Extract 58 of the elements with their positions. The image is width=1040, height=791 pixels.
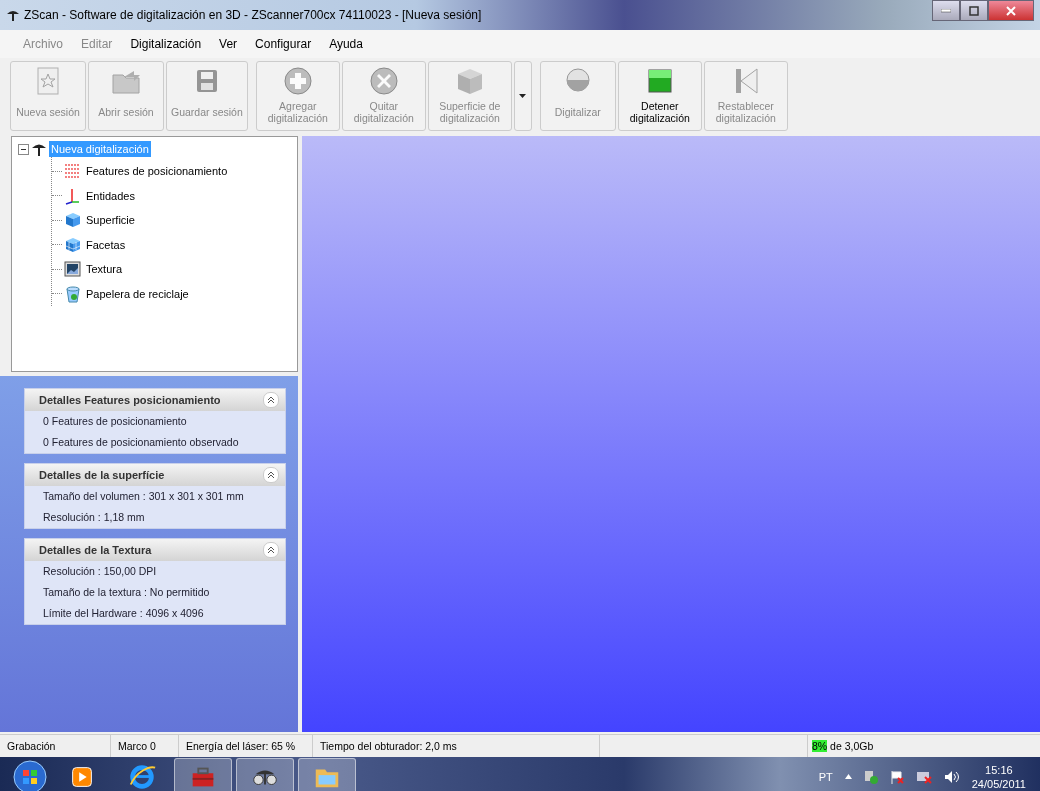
caret-icon[interactable]	[844, 774, 852, 779]
collapse-icon[interactable]	[263, 542, 279, 558]
detail-text: 0 Features de posicionamiento observado	[42, 435, 240, 450]
memory-text: de 3,0Gb	[830, 740, 874, 752]
close-icon	[1006, 5, 1016, 16]
device-icon[interactable]	[863, 769, 878, 784]
axes-icon	[64, 186, 82, 205]
close-button[interactable]	[988, 0, 1034, 21]
detail-text: Resolución : 150,00 DPI	[42, 564, 158, 579]
umbrella-icon	[6, 9, 20, 21]
card-title: Detalles de la Textura	[39, 544, 152, 556]
taskbar-app[interactable]	[236, 757, 294, 791]
menu-item[interactable]: Ver	[210, 37, 247, 51]
tree-item[interactable]: Textura	[84, 261, 125, 278]
taskbar-app[interactable]	[174, 757, 232, 791]
language-indicator[interactable]: PT	[818, 770, 833, 783]
caret-icon	[519, 94, 527, 98]
detail-text: Límite del Hardware : 4096 x 4096	[42, 606, 205, 621]
window-title: ZScan - Software de digitalización en 3D - ZScanner700cx 74110023 - [Nueva sesión]	[24, 8, 482, 22]
clock[interactable]: 15:16 24/05/2011	[971, 762, 1026, 791]
minimize-button[interactable]	[932, 0, 960, 21]
collapse-icon[interactable]	[263, 392, 279, 408]
card-title: Detalles Features posicionamiento	[39, 394, 221, 406]
maximize-icon	[969, 5, 979, 16]
start-button[interactable]	[10, 758, 50, 791]
collapse-icon[interactable]	[263, 467, 279, 483]
menu-item[interactable]: Configurar	[246, 37, 321, 51]
umbrella-icon	[31, 142, 47, 156]
grid-cube-icon	[64, 235, 82, 254]
x-circle-icon	[367, 65, 400, 97]
flag-icon[interactable]	[889, 769, 904, 784]
cube-icon	[64, 211, 82, 230]
time-text: 15:16	[985, 762, 1013, 777]
dots-icon	[64, 162, 82, 181]
bin-icon	[64, 284, 82, 303]
network-icon[interactable]	[915, 769, 932, 784]
tree-item[interactable]: Facetas	[84, 236, 128, 253]
tree-item[interactable]: Features de posicionamiento	[84, 163, 230, 180]
speaker-icon[interactable]	[943, 769, 960, 784]
detail-text: 0 Features de posicionamiento	[42, 414, 188, 429]
date-text: 24/05/2011	[971, 776, 1026, 791]
toolbar-button[interactable]: Detener digitalización	[617, 61, 702, 131]
card-title: Detalles de la superfície	[39, 469, 165, 481]
menu-item[interactable]: Digitalización	[121, 37, 211, 51]
menu-item[interactable]: Ayuda	[320, 37, 372, 51]
minimize-icon	[941, 8, 951, 13]
maximize-button[interactable]	[960, 0, 988, 21]
tree-item[interactable]: Entidades	[84, 187, 137, 204]
detail-text: Tamaño del volumen : 301 x 301 x 301 mm	[42, 489, 245, 504]
detail-text: Resolución : 1,18 mm	[42, 510, 146, 525]
plus-icon	[281, 65, 314, 97]
detail-text: Tamaño de la textura : No permitido	[42, 585, 211, 600]
tree-item[interactable]: Papelera de reciclaje	[84, 285, 191, 302]
collapse-icon[interactable]	[18, 143, 29, 155]
memory-percent: 8%	[812, 740, 828, 752]
tree-item[interactable]: Superficie	[84, 212, 137, 229]
image-icon	[64, 260, 82, 279]
windows-logo	[13, 759, 47, 791]
